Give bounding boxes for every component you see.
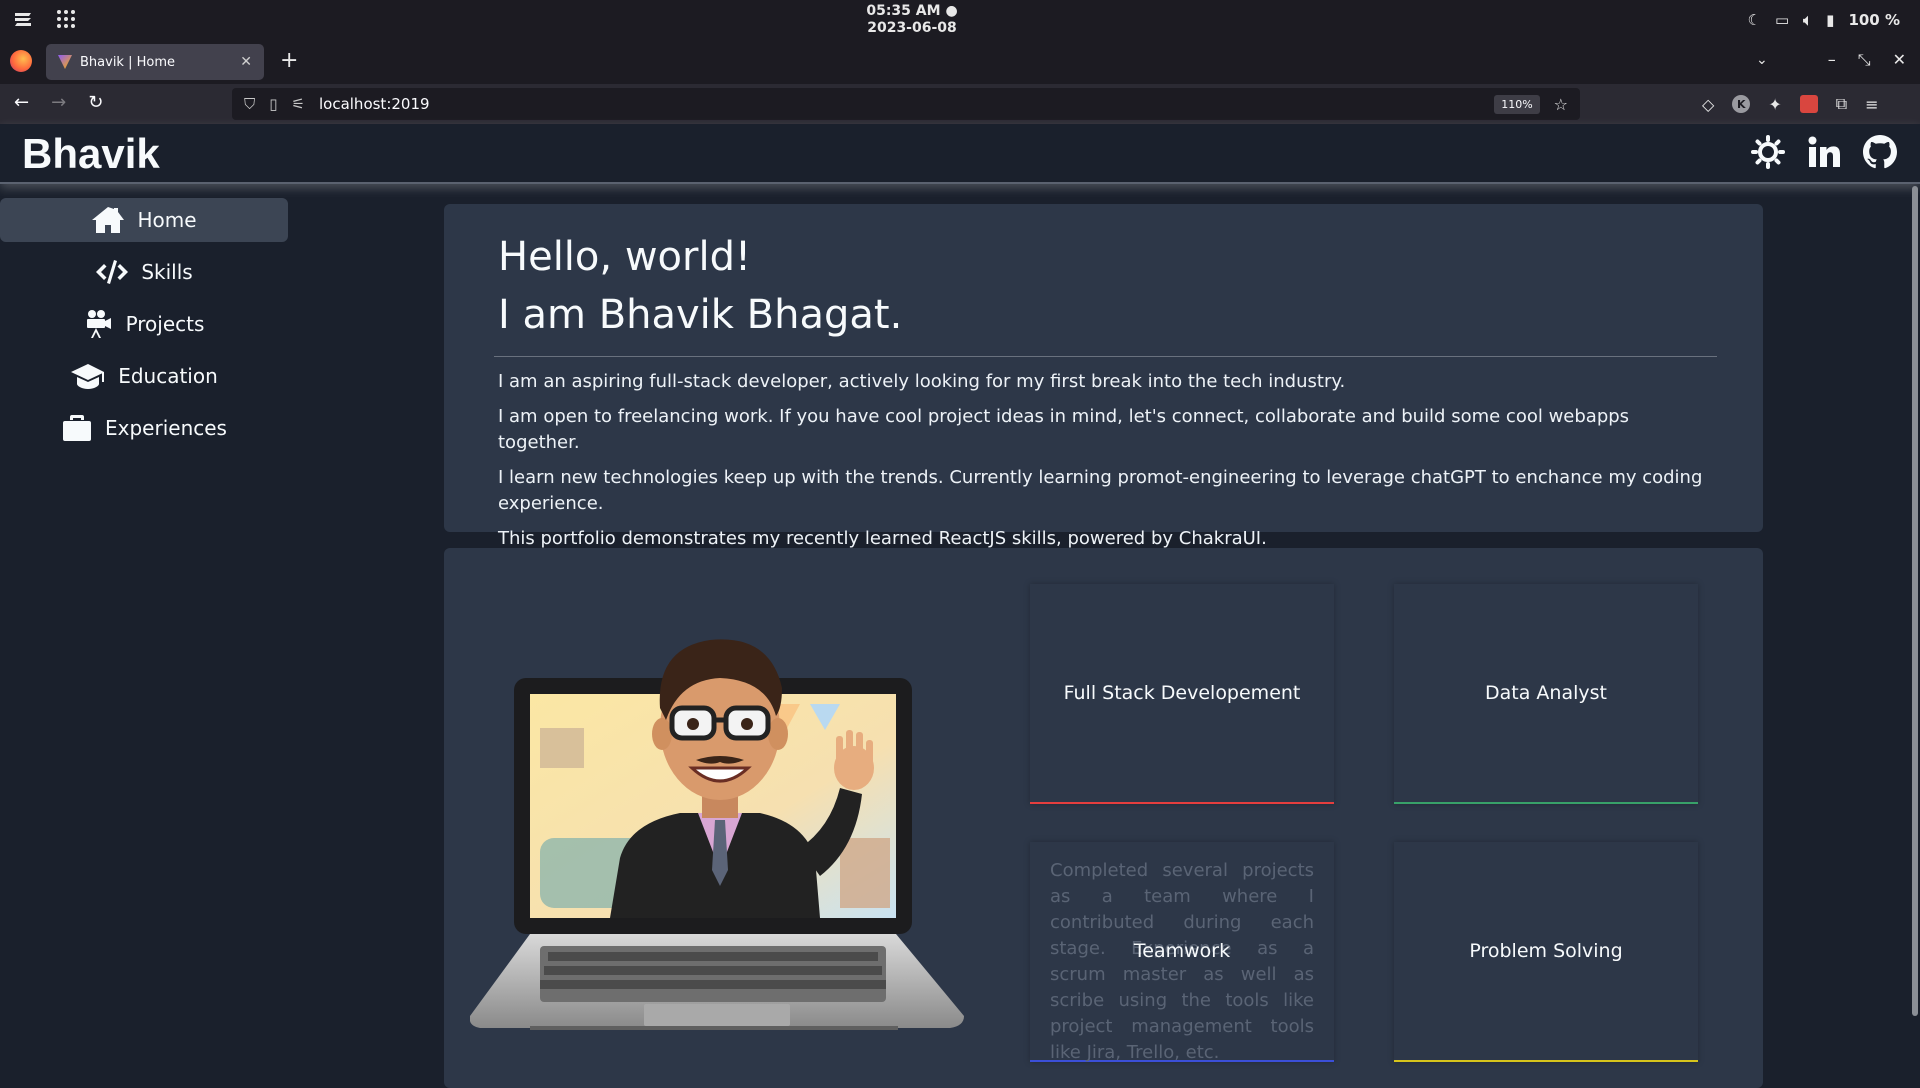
sidebar-item-experiences[interactable]: Experiences xyxy=(0,406,288,450)
sidebar-item-projects[interactable]: Projects xyxy=(0,302,288,346)
skill-card[interactable]: Data Analyst xyxy=(1394,584,1698,804)
skill-title: Problem Solving xyxy=(1469,940,1623,962)
sidebar-item-label: Education xyxy=(118,364,218,388)
browser-navbar: ← → ↻ ⛉ ▯ ⚟ localhost:2019 110% ☆ ◇ K ✦ … xyxy=(0,84,1920,124)
night-mode-icon[interactable]: ☾ xyxy=(1748,9,1761,31)
sun-icon[interactable] xyxy=(1750,134,1786,170)
tab-list-chevron-icon[interactable]: ⌄ xyxy=(1756,52,1768,68)
intro-card: Hello, world! I am Bhavik Bhagat. I am a… xyxy=(444,204,1763,549)
avatar-laptop-illustration xyxy=(470,639,964,1030)
pocket-icon[interactable]: ◇ xyxy=(1702,95,1714,114)
code-icon xyxy=(96,260,129,284)
graduation-cap-icon xyxy=(71,364,105,389)
skill-description: Completed several projects as a team whe… xyxy=(1050,860,1314,1063)
skill-card[interactable]: Full Stack Developement xyxy=(1030,584,1334,804)
extensions-puzzle-icon[interactable]: ⧉ xyxy=(1836,94,1847,114)
ublock-icon[interactable] xyxy=(1799,95,1818,113)
linkedin-icon[interactable] xyxy=(1806,134,1842,170)
briefcase-icon xyxy=(63,415,92,441)
clock-date: 2023-06-08 xyxy=(867,20,957,36)
clock-time: 05:35 AM xyxy=(866,3,941,19)
reload-icon[interactable]: ↻ xyxy=(88,92,103,113)
intro-paragraph: I am an aspiring full-stack developer, a… xyxy=(498,371,1346,392)
page-info-icon[interactable]: ▯ xyxy=(269,95,277,113)
battery-level: 100 % xyxy=(1848,11,1900,29)
display-icon[interactable]: ▭ xyxy=(1775,9,1789,31)
sidebar-item-skills[interactable]: Skills xyxy=(0,250,288,294)
new-tab-icon[interactable]: + xyxy=(280,50,298,72)
home-icon xyxy=(92,207,125,233)
browser-tab[interactable]: Bhavik | Home ✕ xyxy=(46,44,264,80)
url-bar[interactable]: ⛉ ▯ ⚟ localhost:2019 110% ☆ xyxy=(232,88,1580,120)
shield-icon[interactable]: ⛉ xyxy=(244,95,255,113)
intro-paragraph: I am open to freelancing work. If you ha… xyxy=(498,406,1630,453)
account-avatar-icon[interactable]: K xyxy=(1732,95,1751,113)
skill-title: Full Stack Developement xyxy=(1063,682,1301,704)
github-icon[interactable] xyxy=(1862,134,1898,170)
zoom-level[interactable]: 110% xyxy=(1494,94,1540,114)
sidebar-item-label: Projects xyxy=(125,312,205,336)
greeting-line-2: I am Bhavik Bhagat. xyxy=(498,292,903,338)
forward-icon[interactable]: → xyxy=(51,92,66,113)
sidebar-item-label: Home xyxy=(137,208,197,232)
extension-icon[interactable]: ✦ xyxy=(1768,95,1781,114)
skill-card[interactable]: Completed several projects as a team whe… xyxy=(1030,842,1334,1063)
video-camera-icon xyxy=(86,310,111,338)
sidebar-item-label: Skills xyxy=(141,260,193,284)
battery-icon[interactable]: ▮ xyxy=(1826,9,1834,31)
skill-title: Data Analyst xyxy=(1485,682,1607,704)
sidebar-item-education[interactable]: Education xyxy=(0,354,288,398)
greeting-line-1: Hello, world! xyxy=(498,234,751,280)
tab-title: Bhavik | Home xyxy=(80,54,175,70)
intro-paragraph: I learn new technologies keep up with th… xyxy=(498,467,1703,514)
menu-hamburger-icon[interactable]: ≡ xyxy=(1865,95,1878,114)
page-scrollbar[interactable] xyxy=(1912,186,1918,1016)
sidebar-item-home[interactable]: Home xyxy=(0,198,288,242)
skill-title: Teamwork xyxy=(1133,940,1231,962)
sidebar-nav: Home Skills Projects Education Experienc… xyxy=(0,198,288,458)
permissions-icon[interactable]: ⚟ xyxy=(292,95,305,113)
intro-divider xyxy=(494,356,1717,357)
skill-card[interactable]: Problem Solving xyxy=(1394,842,1698,1062)
volume-icon[interactable]: 🔈︎ xyxy=(1803,9,1812,31)
sidebar-item-label: Experiences xyxy=(105,416,227,440)
back-icon[interactable]: ← xyxy=(14,92,29,113)
site-header: Bhavik xyxy=(0,124,1920,184)
close-window-icon[interactable]: ✕ xyxy=(1893,50,1906,70)
url-text[interactable]: localhost:2019 xyxy=(319,95,430,113)
restore-icon[interactable]: ⤡ xyxy=(1858,50,1871,70)
bookmark-star-icon[interactable]: ☆ xyxy=(1554,95,1568,114)
browser-tab-strip: Bhavik | Home ✕ + ⌄ – ⤡ ✕ xyxy=(0,40,1920,84)
minimize-icon[interactable]: – xyxy=(1828,50,1836,70)
site-brand[interactable]: Bhavik xyxy=(22,130,160,178)
tab-close-icon[interactable]: ✕ xyxy=(240,54,252,70)
skills-overview-card: Full Stack Developement Data Analyst Com… xyxy=(444,548,1763,1088)
os-clock[interactable]: 05:35 AM ● 2023-06-08 xyxy=(0,3,1824,37)
firefox-logo-icon[interactable] xyxy=(10,50,32,72)
notification-dot-icon: ● xyxy=(945,3,958,19)
tab-favicon-icon xyxy=(58,55,72,69)
os-top-bar: 05:35 AM ● 2023-06-08 ☾ ▭ 🔈︎ ▮ 100 % xyxy=(0,0,1920,40)
